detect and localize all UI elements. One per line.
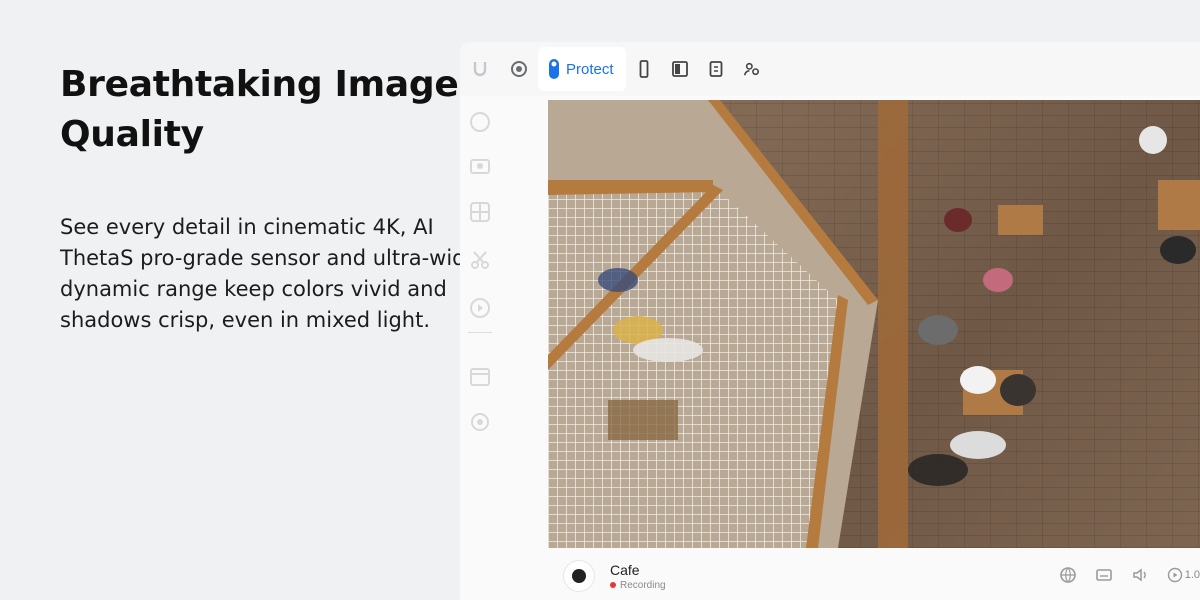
camera-info: Cafe Recording	[610, 562, 666, 591]
sidebar-divider	[468, 332, 492, 333]
camera-thumbnail-icon[interactable]	[564, 561, 594, 591]
ubiquiti-logo-icon[interactable]	[460, 47, 500, 91]
camera-footer: Cafe Recording 1.0	[548, 552, 1200, 600]
protect-app-window: Protect Cafe Recording 1.0	[460, 42, 1200, 600]
shield-icon[interactable]	[468, 110, 492, 134]
protect-camera-icon	[548, 58, 560, 80]
hero-section: Breathtaking Image Quality See every det…	[60, 60, 480, 336]
playback-speed[interactable]: 1.0	[1167, 567, 1200, 583]
sidebar	[460, 96, 500, 600]
tab-protect-label: Protect	[566, 60, 614, 78]
cafe-tables-illustration	[878, 100, 1200, 548]
hero-title: Breathtaking Image Quality	[60, 64, 459, 155]
play-circle-icon[interactable]	[468, 296, 492, 320]
calendar-icon[interactable]	[468, 364, 492, 388]
volume-icon[interactable]	[1131, 566, 1149, 584]
phone-icon[interactable]	[626, 47, 662, 91]
play-speed-icon	[1167, 567, 1182, 583]
mezzanine-net-illustration	[548, 100, 878, 548]
recording-status-label: Recording	[620, 579, 666, 591]
caption-icon[interactable]	[1095, 566, 1113, 584]
recording-dot-icon	[610, 582, 616, 588]
tab-protect[interactable]: Protect	[538, 47, 626, 91]
camera-name: Cafe	[610, 561, 640, 578]
document-icon[interactable]	[698, 47, 734, 91]
recording-status: Recording	[610, 580, 666, 591]
book-icon[interactable]	[662, 47, 698, 91]
camera-live-view[interactable]	[548, 100, 1200, 548]
top-navigation: Protect	[460, 42, 1200, 96]
grid-icon[interactable]	[468, 200, 492, 224]
globe-icon[interactable]	[1059, 566, 1077, 584]
user-settings-icon[interactable]	[734, 47, 770, 91]
circle-target-icon[interactable]	[500, 47, 538, 91]
settings-icon[interactable]	[468, 410, 492, 434]
scissors-icon[interactable]	[468, 248, 492, 272]
camera-icon[interactable]	[468, 154, 492, 178]
playback-controls: 1.0	[1059, 566, 1200, 584]
playback-speed-value: 1.0	[1184, 569, 1200, 581]
hero-description: See every detail in cinematic 4K, AI The…	[60, 215, 479, 332]
